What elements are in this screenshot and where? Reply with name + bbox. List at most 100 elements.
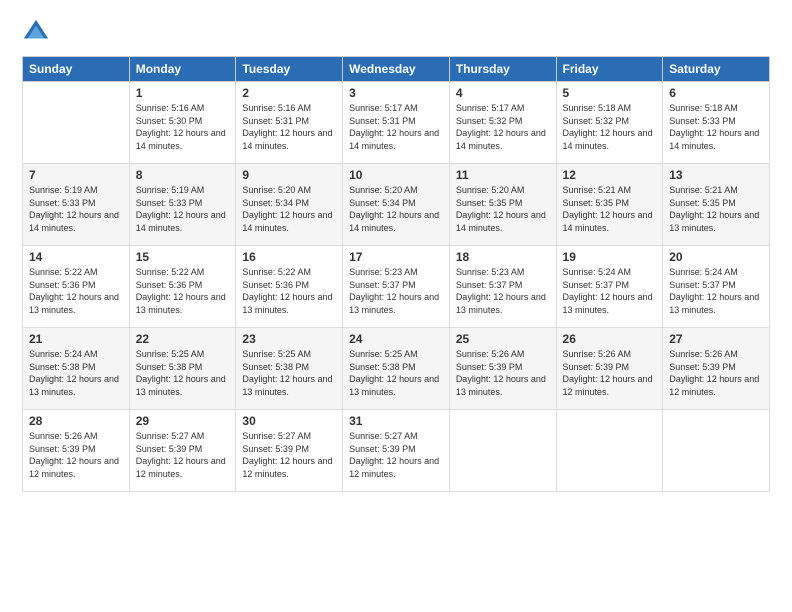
calendar-cell: 2 Sunrise: 5:16 AMSunset: 5:31 PMDaylight… bbox=[236, 82, 343, 164]
calendar-cell bbox=[449, 410, 556, 492]
calendar-cell: 7Sunrise: 5:19 AMSunset: 5:33 PMDaylight… bbox=[23, 164, 130, 246]
cell-content: Sunrise: 5:24 AMSunset: 5:37 PMDaylight:… bbox=[563, 266, 657, 316]
day-number: 6 bbox=[669, 86, 763, 100]
calendar-cell: 19 Sunrise: 5:24 AMSunset: 5:37 PMDayligh… bbox=[556, 246, 663, 328]
day-number: 14 bbox=[29, 250, 123, 264]
cell-content: Sunrise: 5:16 AMSunset: 5:31 PMDaylight:… bbox=[242, 102, 336, 152]
cell-content: Sunrise: 5:27 AMSunset: 5:39 PMDaylight:… bbox=[136, 430, 230, 480]
cell-content: Sunrise: 5:17 AMSunset: 5:32 PMDaylight:… bbox=[456, 102, 550, 152]
day-number: 2 bbox=[242, 86, 336, 100]
calendar-cell: 12 Sunrise: 5:21 AMSunset: 5:35 PMDayligh… bbox=[556, 164, 663, 246]
day-number: 23 bbox=[242, 332, 336, 346]
page-container: SundayMondayTuesdayWednesdayThursdayFrid… bbox=[0, 0, 792, 502]
calendar-cell: 21 Sunrise: 5:24 AMSunset: 5:38 PMDayligh… bbox=[23, 328, 130, 410]
calendar-cell: 18Sunrise: 5:23 AMSunset: 5:37 PMDayligh… bbox=[449, 246, 556, 328]
day-number: 25 bbox=[456, 332, 550, 346]
day-number: 26 bbox=[563, 332, 657, 346]
day-number: 9 bbox=[242, 168, 336, 182]
calendar-cell: 20Sunrise: 5:24 AMSunset: 5:37 PMDayligh… bbox=[663, 246, 770, 328]
day-number: 16 bbox=[242, 250, 336, 264]
calendar-cell: 22 Sunrise: 5:25 AMSunset: 5:38 PMDayligh… bbox=[129, 328, 236, 410]
day-number: 7 bbox=[29, 168, 123, 182]
day-number: 21 bbox=[29, 332, 123, 346]
calendar-cell: 1 Sunrise: 5:16 AMSunset: 5:30 PMDaylight… bbox=[129, 82, 236, 164]
calendar-cell: 15 Sunrise: 5:22 AMSunset: 5:36 PMDayligh… bbox=[129, 246, 236, 328]
calendar-cell: 5 Sunrise: 5:18 AMSunset: 5:32 PMDaylight… bbox=[556, 82, 663, 164]
logo bbox=[22, 18, 55, 46]
calendar-cell bbox=[556, 410, 663, 492]
calendar-cell: 28Sunrise: 5:26 AMSunset: 5:39 PMDayligh… bbox=[23, 410, 130, 492]
calendar-cell: 24 Sunrise: 5:25 AMSunset: 5:38 PMDayligh… bbox=[343, 328, 450, 410]
cell-content: Sunrise: 5:26 AMSunset: 5:39 PMDaylight:… bbox=[669, 348, 763, 398]
calendar-cell: 23Sunrise: 5:25 AMSunset: 5:38 PMDayligh… bbox=[236, 328, 343, 410]
logo-icon bbox=[22, 18, 50, 46]
cell-content: Sunrise: 5:26 AMSunset: 5:39 PMDaylight:… bbox=[29, 430, 123, 480]
header-cell-tuesday: Tuesday bbox=[236, 57, 343, 82]
cell-content: Sunrise: 5:25 AMSunset: 5:38 PMDaylight:… bbox=[136, 348, 230, 398]
day-number: 22 bbox=[136, 332, 230, 346]
calendar-cell: 30 Sunrise: 5:27 AMSunset: 5:39 PMDayligh… bbox=[236, 410, 343, 492]
week-row-1: 1 Sunrise: 5:16 AMSunset: 5:30 PMDaylight… bbox=[23, 82, 770, 164]
day-number: 8 bbox=[136, 168, 230, 182]
calendar-cell: 3 Sunrise: 5:17 AMSunset: 5:31 PMDaylight… bbox=[343, 82, 450, 164]
cell-content: Sunrise: 5:22 AMSunset: 5:36 PMDaylight:… bbox=[136, 266, 230, 316]
cell-content: Sunrise: 5:25 AMSunset: 5:38 PMDaylight:… bbox=[349, 348, 443, 398]
calendar-cell: 8Sunrise: 5:19 AMSunset: 5:33 PMDaylight… bbox=[129, 164, 236, 246]
header-cell-thursday: Thursday bbox=[449, 57, 556, 82]
calendar-table: SundayMondayTuesdayWednesdayThursdayFrid… bbox=[22, 56, 770, 492]
day-number: 20 bbox=[669, 250, 763, 264]
header-cell-friday: Friday bbox=[556, 57, 663, 82]
day-number: 11 bbox=[456, 168, 550, 182]
header-cell-saturday: Saturday bbox=[663, 57, 770, 82]
calendar-cell: 16 Sunrise: 5:22 AMSunset: 5:36 PMDayligh… bbox=[236, 246, 343, 328]
cell-content: Sunrise: 5:21 AMSunset: 5:35 PMDaylight:… bbox=[669, 184, 763, 234]
cell-content: Sunrise: 5:26 AMSunset: 5:39 PMDaylight:… bbox=[456, 348, 550, 398]
header-cell-monday: Monday bbox=[129, 57, 236, 82]
calendar-cell: 14 Sunrise: 5:22 AMSunset: 5:36 PMDayligh… bbox=[23, 246, 130, 328]
day-number: 17 bbox=[349, 250, 443, 264]
cell-content: Sunrise: 5:27 AMSunset: 5:39 PMDaylight:… bbox=[349, 430, 443, 480]
calendar-cell: 29 Sunrise: 5:27 AMSunset: 5:39 PMDayligh… bbox=[129, 410, 236, 492]
day-number: 15 bbox=[136, 250, 230, 264]
calendar-cell bbox=[23, 82, 130, 164]
day-number: 31 bbox=[349, 414, 443, 428]
calendar-cell: 13 Sunrise: 5:21 AMSunset: 5:35 PMDayligh… bbox=[663, 164, 770, 246]
day-number: 1 bbox=[136, 86, 230, 100]
week-row-2: 7Sunrise: 5:19 AMSunset: 5:33 PMDaylight… bbox=[23, 164, 770, 246]
cell-content: Sunrise: 5:18 AMSunset: 5:32 PMDaylight:… bbox=[563, 102, 657, 152]
calendar-cell bbox=[663, 410, 770, 492]
cell-content: Sunrise: 5:21 AMSunset: 5:35 PMDaylight:… bbox=[563, 184, 657, 234]
week-row-3: 14 Sunrise: 5:22 AMSunset: 5:36 PMDayligh… bbox=[23, 246, 770, 328]
cell-content: Sunrise: 5:20 AMSunset: 5:34 PMDaylight:… bbox=[242, 184, 336, 234]
calendar-cell: 17Sunrise: 5:23 AMSunset: 5:37 PMDayligh… bbox=[343, 246, 450, 328]
day-number: 5 bbox=[563, 86, 657, 100]
cell-content: Sunrise: 5:24 AMSunset: 5:38 PMDaylight:… bbox=[29, 348, 123, 398]
calendar-cell: 25 Sunrise: 5:26 AMSunset: 5:39 PMDayligh… bbox=[449, 328, 556, 410]
cell-content: Sunrise: 5:16 AMSunset: 5:30 PMDaylight:… bbox=[136, 102, 230, 152]
calendar-cell: 26 Sunrise: 5:26 AMSunset: 5:39 PMDayligh… bbox=[556, 328, 663, 410]
cell-content: Sunrise: 5:22 AMSunset: 5:36 PMDaylight:… bbox=[29, 266, 123, 316]
day-number: 19 bbox=[563, 250, 657, 264]
calendar-cell: 9 Sunrise: 5:20 AMSunset: 5:34 PMDaylight… bbox=[236, 164, 343, 246]
calendar-cell: 4Sunrise: 5:17 AMSunset: 5:32 PMDaylight… bbox=[449, 82, 556, 164]
week-row-4: 21 Sunrise: 5:24 AMSunset: 5:38 PMDayligh… bbox=[23, 328, 770, 410]
calendar-cell: 6Sunrise: 5:18 AMSunset: 5:33 PMDaylight… bbox=[663, 82, 770, 164]
header bbox=[22, 18, 770, 46]
day-number: 13 bbox=[669, 168, 763, 182]
header-cell-sunday: Sunday bbox=[23, 57, 130, 82]
day-number: 18 bbox=[456, 250, 550, 264]
cell-content: Sunrise: 5:22 AMSunset: 5:36 PMDaylight:… bbox=[242, 266, 336, 316]
day-number: 29 bbox=[136, 414, 230, 428]
day-number: 12 bbox=[563, 168, 657, 182]
calendar-cell: 10Sunrise: 5:20 AMSunset: 5:34 PMDayligh… bbox=[343, 164, 450, 246]
day-number: 30 bbox=[242, 414, 336, 428]
calendar-cell: 27Sunrise: 5:26 AMSunset: 5:39 PMDayligh… bbox=[663, 328, 770, 410]
day-number: 3 bbox=[349, 86, 443, 100]
cell-content: Sunrise: 5:17 AMSunset: 5:31 PMDaylight:… bbox=[349, 102, 443, 152]
cell-content: Sunrise: 5:20 AMSunset: 5:34 PMDaylight:… bbox=[349, 184, 443, 234]
header-cell-wednesday: Wednesday bbox=[343, 57, 450, 82]
cell-content: Sunrise: 5:26 AMSunset: 5:39 PMDaylight:… bbox=[563, 348, 657, 398]
day-number: 24 bbox=[349, 332, 443, 346]
cell-content: Sunrise: 5:27 AMSunset: 5:39 PMDaylight:… bbox=[242, 430, 336, 480]
cell-content: Sunrise: 5:20 AMSunset: 5:35 PMDaylight:… bbox=[456, 184, 550, 234]
